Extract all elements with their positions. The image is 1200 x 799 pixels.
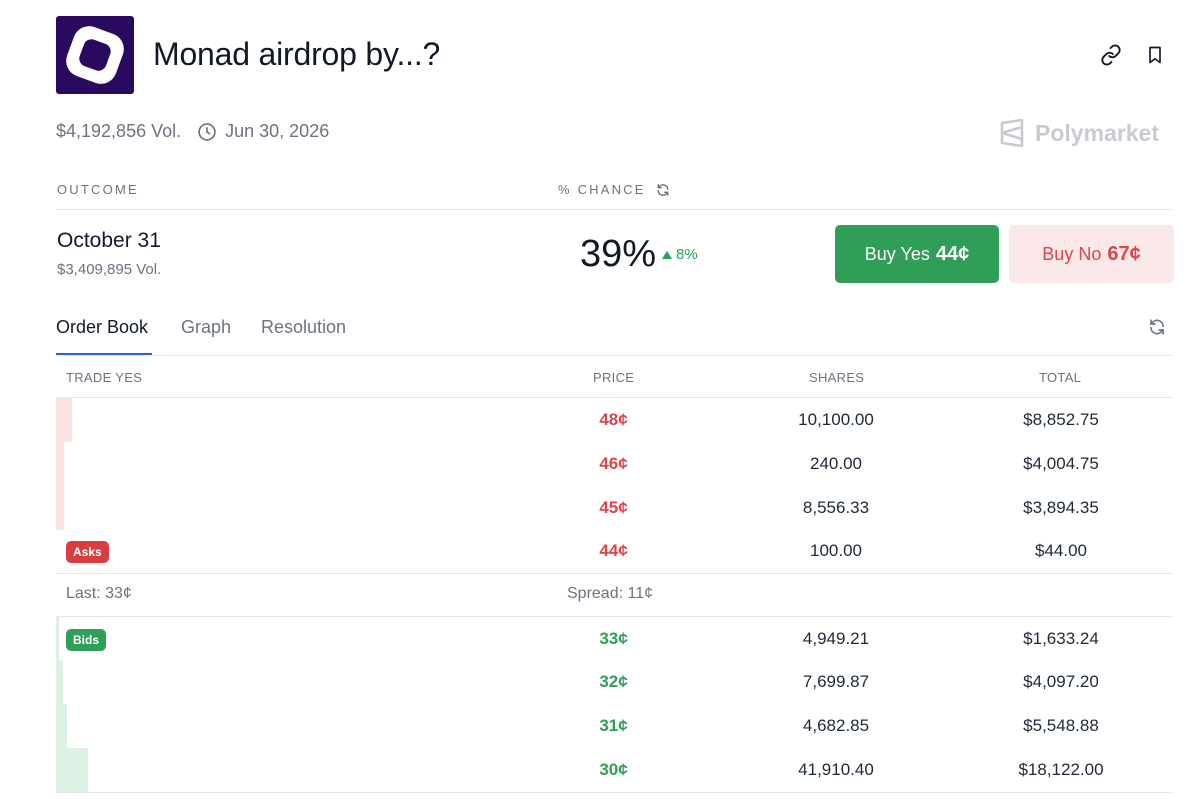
shares-header: SHARES [809, 370, 865, 385]
bids-badge: Bids [66, 629, 107, 651]
tab-order-book[interactable]: Order Book [56, 317, 148, 338]
ask-shares: 100.00 [810, 541, 862, 560]
ask-shares: 240.00 [810, 454, 862, 473]
depth-bar [56, 398, 72, 442]
chance-value: 39% [580, 233, 657, 275]
outcome-volume: $3,409,895 Vol. [57, 261, 162, 278]
brand-name: Polymarket [1035, 119, 1160, 146]
trade-yes-header: TRADE YES [66, 370, 143, 385]
market-logo [56, 16, 134, 94]
depth-bar [56, 704, 67, 748]
chance-delta-value: 8% [676, 246, 698, 263]
spread-row: Last: 33¢ Spread: 11¢ [56, 573, 1173, 616]
monad-logo-icon [61, 21, 129, 89]
outcome-column-header: OUTCOME [57, 182, 139, 197]
price-header: PRICE [593, 370, 635, 385]
depth-bar [56, 442, 64, 486]
market-title: Monad airdrop by...? [153, 36, 441, 72]
market-volume: $4,192,856 Vol. [56, 121, 182, 141]
last-price: Last: 33¢ [66, 585, 132, 602]
ask-price: 48¢ [599, 410, 628, 429]
end-date: Jun 30, 2026 [225, 121, 330, 141]
divider [56, 355, 1173, 356]
divider [56, 209, 1173, 210]
depth-bar [56, 617, 59, 661]
link-icon[interactable] [1100, 44, 1122, 66]
bid-price: 30¢ [599, 760, 628, 779]
divider [56, 792, 1173, 793]
outcome-name: October 31 [57, 229, 161, 252]
up-arrow-icon [662, 250, 672, 259]
ask-total: $44.00 [1035, 541, 1087, 560]
ask-shares: 8,556.33 [802, 498, 870, 517]
ask-total: $3,894.35 [1023, 498, 1099, 517]
ask-price: 46¢ [599, 454, 628, 473]
buy-yes-button[interactable]: Buy Yes 44¢ [835, 225, 999, 283]
bid-price: 31¢ [599, 716, 628, 735]
bid-total: $1,633.24 [1023, 629, 1099, 648]
bid-shares: 7,699.87 [802, 672, 870, 691]
chance-column-label: % CHANCE [558, 182, 646, 197]
buy-no-button[interactable]: Buy No 67¢ [1009, 225, 1174, 283]
depth-bar [56, 486, 64, 530]
chance-column-header: % CHANCE [558, 182, 670, 197]
bid-total: $4,097.20 [1023, 672, 1099, 691]
ask-row[interactable]: 45¢ 8,556.33 $3,894.35 [56, 486, 1173, 530]
asks-badge: Asks [66, 541, 109, 563]
buy-no-price: 67¢ [1107, 242, 1141, 265]
bid-row[interactable]: 31¢ 4,682.85 $5,548.88 [56, 704, 1173, 748]
tab-resolution[interactable]: Resolution [261, 317, 346, 338]
bid-row[interactable]: 30¢ 41,910.40 $18,122.00 [56, 748, 1173, 792]
bid-row[interactable]: 32¢ 7,699.87 $4,097.20 [56, 660, 1173, 704]
refresh-icon[interactable] [656, 183, 670, 197]
depth-bar [56, 748, 88, 792]
bid-shares: 41,910.40 [798, 760, 874, 779]
bookmark-icon[interactable] [1144, 44, 1166, 66]
ask-price: 45¢ [599, 498, 628, 517]
tab-graph[interactable]: Graph [181, 317, 231, 338]
depth-bar [56, 660, 63, 704]
polymarket-brand: Polymarket [999, 119, 1159, 147]
total-header: TOTAL [1039, 370, 1082, 385]
buy-yes-label: Buy Yes [864, 243, 930, 264]
clock-icon [197, 122, 217, 142]
bid-row[interactable]: Bids 33¢ 4,949.21 $1,633.24 [56, 617, 1173, 661]
market-meta: $4,192,856 Vol. Jun 30, 2026 [56, 121, 329, 142]
ask-total: $8,852.75 [1023, 410, 1099, 429]
ask-total: $4,004.75 [1023, 454, 1099, 473]
bid-shares: 4,949.21 [802, 629, 870, 648]
buy-no-label: Buy No [1042, 243, 1102, 264]
spread-value: Spread: 11¢ [567, 585, 653, 602]
bid-price: 32¢ [599, 672, 628, 691]
bid-total: $18,122.00 [1018, 760, 1104, 779]
buy-yes-price: 44¢ [935, 242, 970, 265]
bid-price: 33¢ [599, 629, 628, 648]
bid-shares: 4,682.85 [802, 716, 870, 735]
ask-shares: 10,100.00 [798, 410, 874, 429]
ask-row[interactable]: 48¢ 10,100.00 $8,852.75 [56, 398, 1173, 442]
polymarket-logo-icon [999, 119, 1025, 147]
chance-delta: 8% [662, 246, 698, 263]
ask-row[interactable]: Asks 44¢ 100.00 $44.00 [56, 529, 1173, 573]
ask-price: 44¢ [599, 541, 628, 560]
bid-total: $5,548.88 [1023, 716, 1099, 735]
ask-row[interactable]: 46¢ 240.00 $4,004.75 [56, 442, 1173, 486]
refresh-icon[interactable] [1148, 318, 1166, 336]
